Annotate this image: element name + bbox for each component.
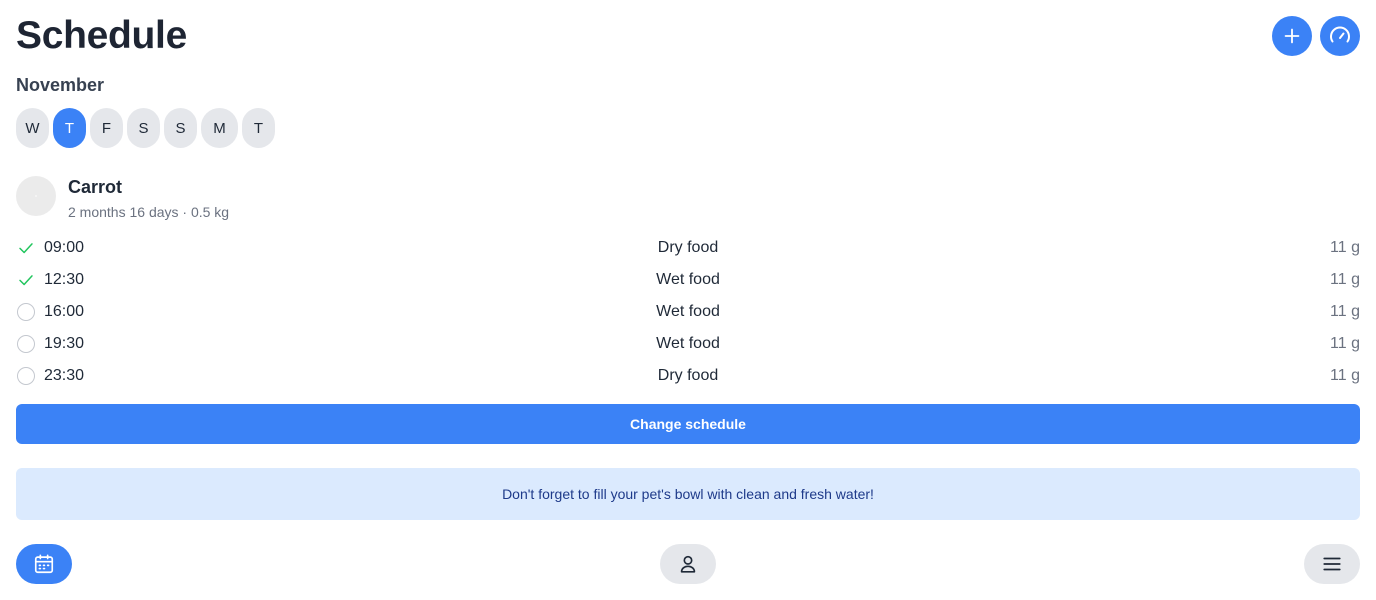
feeding-list: 09:00 Dry food 11 g 12:30 Wet food 11 g … [16, 232, 1360, 392]
speedometer-icon [1330, 26, 1350, 43]
pending-checkbox[interactable] [16, 334, 36, 354]
pet-info: Carrot 2 months 16 days · 0.5 kg [68, 176, 229, 220]
pending-checkbox[interactable] [16, 302, 36, 322]
feeding-food: Wet food [656, 303, 720, 320]
day-tuesday[interactable]: T [242, 108, 275, 148]
plus-icon [1284, 28, 1300, 44]
feeding-food: Wet food [656, 335, 720, 352]
calendar-icon [34, 554, 54, 574]
feeding-amount: 11 g [1330, 335, 1360, 352]
day-friday[interactable]: F [90, 108, 123, 148]
feeding-food: Dry food [657, 239, 719, 256]
day-saturday[interactable]: S [127, 108, 160, 148]
feeding-row: 16:00 Wet food 11 g [16, 296, 1360, 328]
empty-circle-icon [17, 367, 35, 385]
nav-calendar-button[interactable] [16, 544, 72, 584]
feeding-food: Wet food [656, 271, 720, 288]
feeding-amount: 11 g [1330, 303, 1360, 320]
empty-circle-icon [17, 335, 35, 353]
feeding-row: 19:30 Wet food 11 g [16, 328, 1360, 360]
day-selector: W T F S S M T [16, 108, 275, 148]
feeding-time: 12:30 [44, 271, 85, 288]
user-icon [680, 555, 696, 573]
day-thursday[interactable]: T [53, 108, 86, 148]
pet-meta: 2 months 16 days · 0.5 kg [68, 204, 230, 220]
feeding-time: 16:00 [44, 303, 85, 320]
add-button[interactable] [1272, 16, 1312, 56]
page-title: Schedule [16, 14, 187, 57]
done-checkbox[interactable] [16, 270, 36, 290]
pending-checkbox[interactable] [16, 366, 36, 386]
month-label: November [16, 75, 105, 95]
hamburger-menu-icon [1323, 557, 1341, 571]
day-wednesday[interactable]: W [16, 108, 49, 148]
empty-circle-icon [17, 303, 35, 321]
done-checkbox[interactable] [16, 238, 36, 258]
feeding-food: Dry food [657, 367, 719, 384]
header-actions [1272, 16, 1360, 56]
feeding-row: 23:30 Dry food 11 g [16, 360, 1360, 392]
feeding-time: 19:30 [44, 335, 85, 352]
check-icon [19, 275, 33, 286]
feeding-amount: 11 g [1330, 239, 1360, 256]
day-monday[interactable]: M [201, 108, 238, 148]
pet-avatar [16, 176, 56, 216]
feeding-row: 12:30 Wet food 11 g [16, 264, 1360, 296]
day-sunday[interactable]: S [164, 108, 197, 148]
schedule-screen: Schedule November W T F S S M T Carrot 2… [0, 0, 1376, 600]
check-icon [19, 243, 33, 254]
change-schedule-button[interactable]: Change schedule [16, 404, 1360, 444]
nav-profile-button[interactable] [660, 544, 716, 584]
feeding-time: 23:30 [44, 367, 85, 384]
feeding-amount: 11 g [1330, 271, 1360, 288]
pet-name: Carrot [68, 177, 123, 197]
dashboard-button[interactable] [1320, 16, 1360, 56]
water-reminder-notice: Don't forget to fill your pet's bowl wit… [16, 468, 1360, 520]
feeding-row: 09:00 Dry food 11 g [16, 232, 1360, 264]
feeding-amount: 11 g [1330, 367, 1360, 384]
nav-menu-button[interactable] [1304, 544, 1360, 584]
feeding-time: 09:00 [44, 239, 85, 256]
pet-card[interactable]: Carrot 2 months 16 days · 0.5 kg [16, 176, 229, 220]
